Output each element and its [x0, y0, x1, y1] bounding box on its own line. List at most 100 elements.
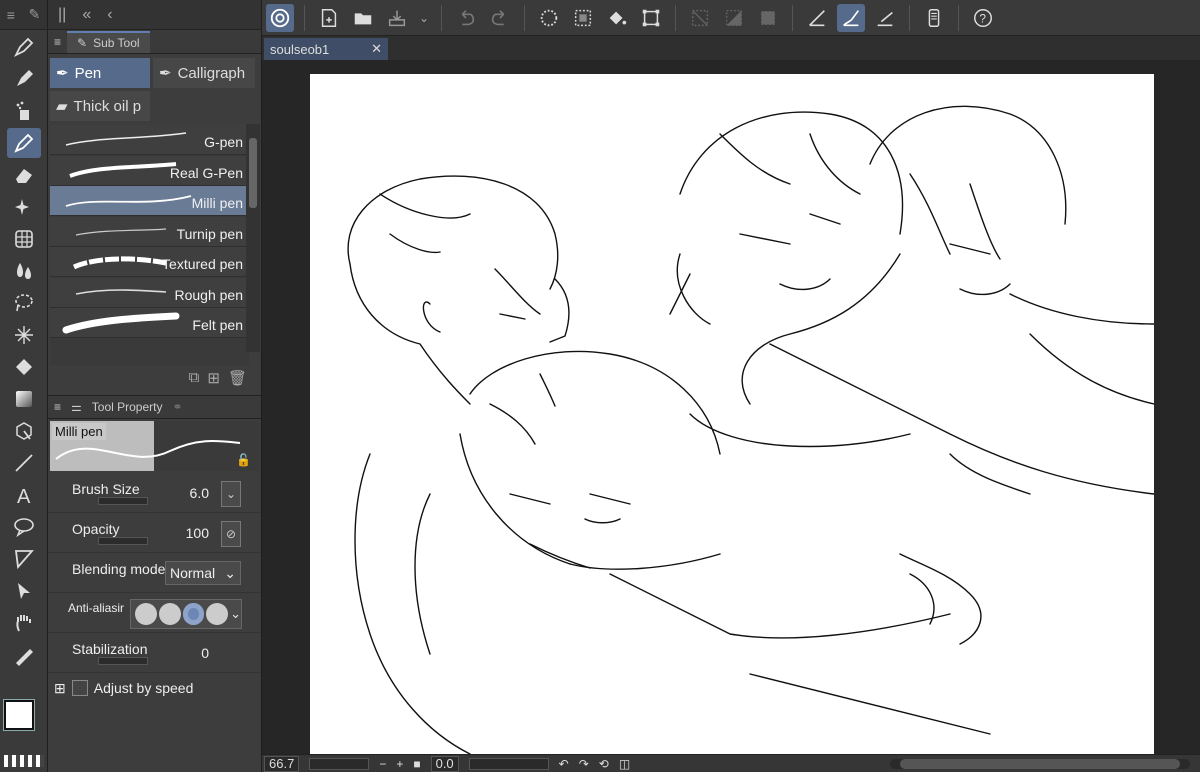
document-tab[interactable]: soulseob1 ✕ — [264, 38, 388, 60]
tool-property-title[interactable]: Tool Property — [92, 400, 163, 414]
link-icon[interactable]: ⚭ — [172, 400, 182, 414]
opacity-slider[interactable] — [98, 537, 148, 545]
horizontal-scrollbar[interactable] — [890, 758, 1190, 769]
flip-icon[interactable]: ◫ — [619, 757, 630, 771]
fit-icon[interactable]: ■ — [413, 757, 420, 771]
fill-button[interactable] — [603, 4, 631, 32]
subtool-item[interactable]: Rough pen — [50, 277, 249, 308]
lock-icon[interactable]: 🔓 — [236, 453, 251, 467]
auto-select-tool[interactable] — [7, 320, 41, 350]
delete-subtool-icon[interactable]: 🗑 — [228, 369, 247, 391]
open-file-button[interactable] — [349, 4, 377, 32]
close-icon[interactable]: ✕ — [371, 41, 382, 57]
stabilization-slider[interactable] — [98, 657, 148, 665]
sparkle-tool[interactable] — [7, 192, 41, 222]
zoom-out-icon[interactable]: − — [379, 757, 386, 771]
canvas-paper[interactable] — [310, 74, 1154, 754]
undo-button[interactable] — [452, 4, 480, 32]
chevron-left-icon[interactable]: ‹ — [107, 6, 112, 24]
save-menu-button[interactable]: ⌄ — [417, 4, 431, 32]
redo-button[interactable] — [486, 4, 514, 32]
add-subtool-icon[interactable]: ⊞ — [207, 369, 220, 391]
gradient-tool[interactable] — [7, 384, 41, 414]
panel-menu-icon[interactable]: ≡ — [54, 35, 61, 49]
clear-button[interactable] — [535, 4, 563, 32]
hand-tool[interactable] — [7, 608, 41, 638]
subtool-item-selected[interactable]: Milli pen — [50, 186, 249, 216]
antialias-none-option[interactable] — [135, 603, 157, 625]
antialias-strong-option[interactable] — [206, 603, 229, 625]
collapse-left-icon[interactable]: « — [82, 6, 91, 24]
subtool-tab[interactable]: ✎ Sub Tool — [67, 30, 150, 53]
zoom-field[interactable]: 66.7 — [264, 755, 300, 772]
invert-selection-button[interactable] — [720, 4, 748, 32]
panel-grip-icon[interactable]: || — [58, 6, 66, 24]
opacity-toggle[interactable]: ⊘ — [221, 521, 241, 547]
lasso-tool[interactable] — [7, 288, 41, 318]
brush-size-slider[interactable] — [98, 497, 148, 505]
stabilization-value[interactable]: 0 — [201, 645, 209, 661]
subtool-item[interactable]: Real G-Pen — [50, 155, 249, 186]
color-swatches[interactable] — [3, 699, 48, 750]
canvas-area[interactable] — [262, 60, 1200, 754]
frame-tool[interactable] — [7, 544, 41, 574]
save-file-button[interactable] — [383, 4, 411, 32]
text-tool[interactable]: A — [7, 480, 41, 510]
foreground-color-swatch[interactable] — [3, 699, 35, 731]
angle-field[interactable]: 0.0 — [430, 755, 459, 772]
object-select-tool[interactable] — [7, 416, 41, 446]
angle-slider[interactable] — [468, 757, 549, 770]
subtool-item[interactable]: G-pen — [50, 125, 249, 155]
opacity-value[interactable]: 100 — [186, 525, 209, 541]
adjust-by-speed-checkbox[interactable] — [71, 680, 88, 696]
transparent-color-swatch[interactable] — [4, 755, 44, 767]
scrollbar-thumb[interactable] — [900, 758, 1180, 769]
fill-tool[interactable] — [7, 352, 41, 382]
reset-rotation-icon[interactable]: ⟲ — [599, 757, 609, 771]
app-logo-button[interactable] — [266, 3, 294, 32]
pen-tool[interactable] — [7, 128, 41, 158]
group-thick-oil[interactable]: ▰ Thick oil p — [50, 91, 150, 121]
group-calligraphy[interactable]: ✒ Calligraph — [153, 58, 255, 88]
clear-outside-selection-button[interactable] — [569, 4, 597, 32]
help-button[interactable]: ? — [969, 4, 997, 32]
airbrush-tool[interactable] — [7, 96, 41, 126]
line-tool[interactable] — [7, 448, 41, 478]
zoom-in-icon[interactable]: + — [396, 757, 403, 771]
balloon-tool[interactable] — [7, 512, 41, 542]
grid-tool[interactable] — [7, 224, 41, 254]
subtool-item[interactable]: Turnip pen — [50, 216, 249, 247]
smartphone-button[interactable] — [920, 4, 948, 32]
show-selection-button[interactable] — [754, 4, 782, 32]
brush-size-toggle[interactable]: ⌄ — [221, 481, 241, 507]
transform-button[interactable] — [637, 4, 665, 32]
expand-icon[interactable]: ⊞ — [54, 680, 66, 697]
subtool-scrollbar[interactable] — [246, 124, 260, 352]
blending-select[interactable]: Normal ⌄ — [165, 561, 241, 585]
eyedropper-tool[interactable] — [7, 640, 41, 670]
rotate-right-icon[interactable]: ↷ — [579, 757, 589, 771]
group-pen[interactable]: ✒ Pen — [50, 58, 150, 88]
pen-icon[interactable]: ✎ — [28, 6, 40, 23]
zoom-slider[interactable] — [309, 757, 370, 770]
snap-special-ruler-button[interactable] — [837, 3, 865, 32]
rotate-left-icon[interactable]: ↶ — [559, 757, 569, 771]
panel-menu-icon[interactable]: ≡ — [54, 400, 61, 414]
operation-tool[interactable] — [7, 576, 41, 606]
marker-tool[interactable] — [7, 64, 41, 94]
scrollbar-thumb[interactable] — [249, 138, 257, 208]
copy-subtool-icon[interactable]: ⧉ — [189, 369, 200, 391]
blend-tool[interactable] — [7, 256, 41, 286]
antialias-medium-option[interactable] — [182, 603, 205, 625]
new-file-button[interactable] — [315, 4, 343, 32]
menu-icon[interactable]: ≡ — [7, 7, 15, 23]
eraser-tool[interactable] — [7, 160, 41, 190]
brush-size-value[interactable]: 6.0 — [190, 485, 209, 501]
antialias-weak-option[interactable] — [158, 603, 181, 625]
subtool-item[interactable]: Felt pen — [50, 308, 249, 338]
snap-ruler-button[interactable] — [803, 4, 831, 32]
subtool-item[interactable]: Textured pen — [50, 247, 249, 277]
deselect-button[interactable] — [686, 4, 714, 32]
snap-grid-button[interactable] — [871, 4, 899, 32]
chevron-down-icon[interactable]: ⌄ — [230, 606, 241, 622]
